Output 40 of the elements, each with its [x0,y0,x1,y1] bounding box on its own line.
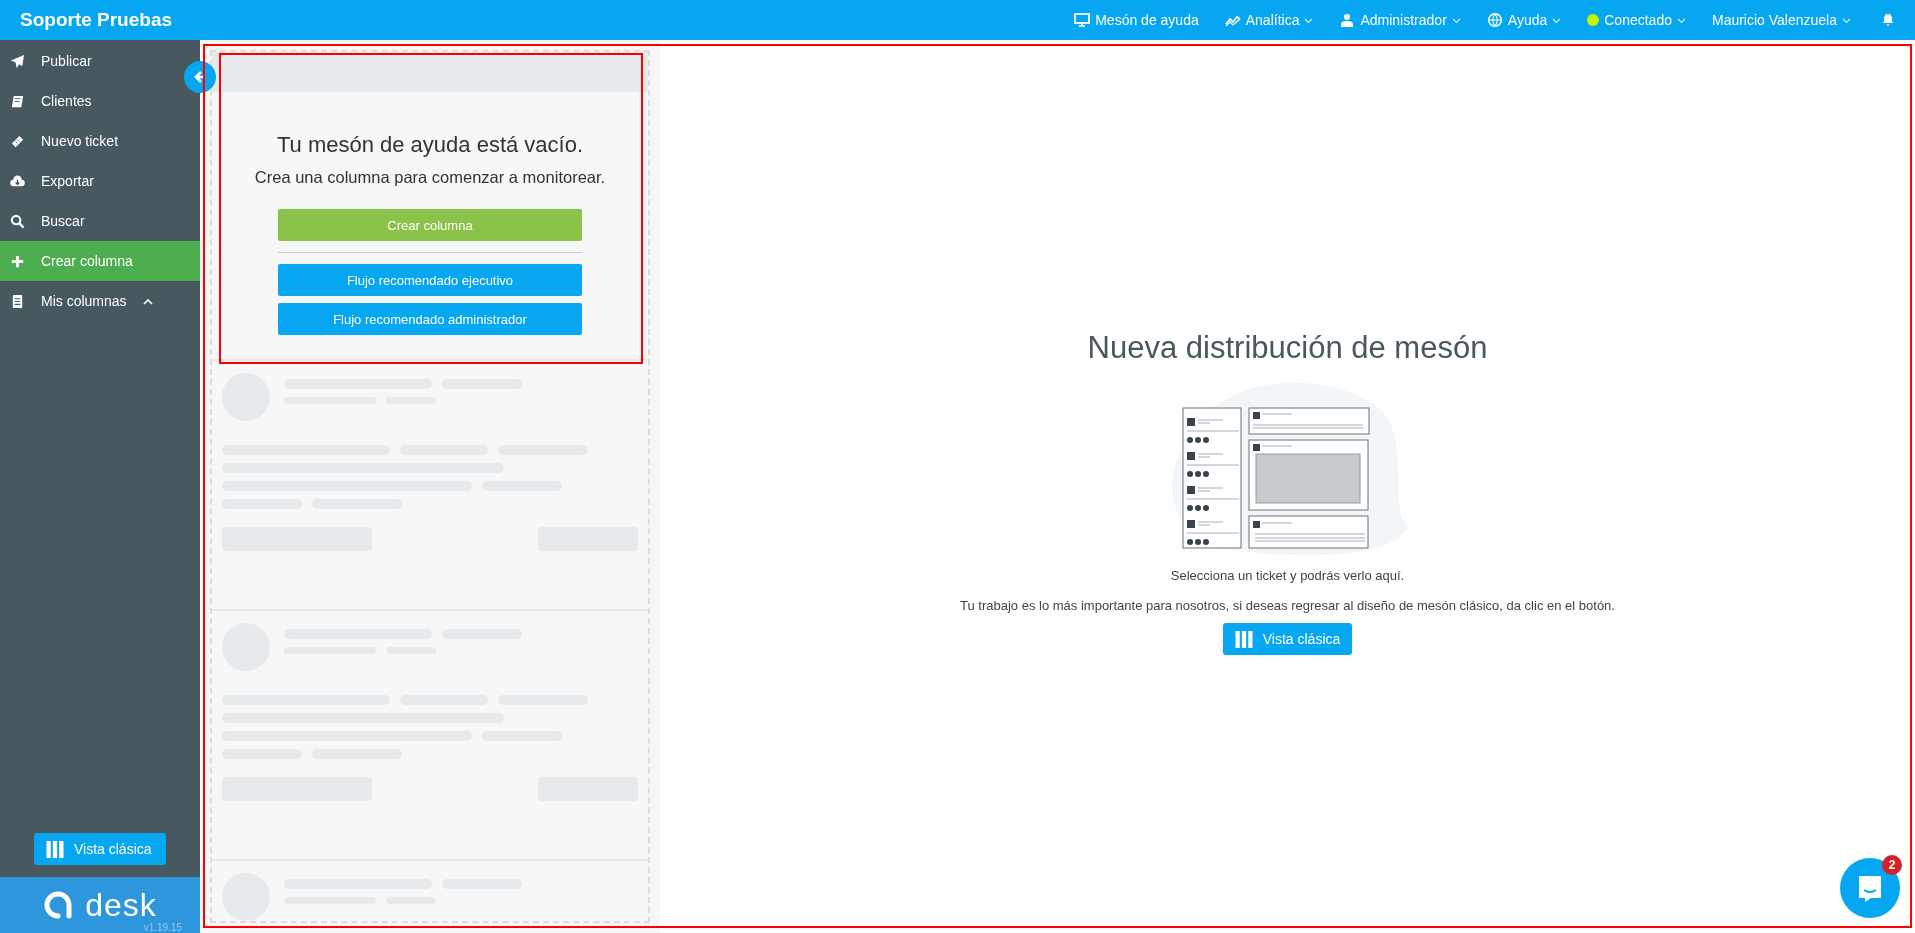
sidebar-item[interactable]: Crear columna [0,241,200,281]
logo-icon [43,890,74,920]
sidebar-item[interactable]: Clientes [0,81,182,121]
nav-menu[interactable]: Ayuda [1486,12,1562,28]
nav-menu[interactable]: Administrador [1339,12,1461,28]
detail-message: Tu trabajo es lo más importante para nosotros, si deseas regresar al diseño de mesón clásico, da clic en el botón. [960,598,1615,613]
cloud-download-icon [10,173,25,189]
detail-hint: Selecciona un ticket y podrás verlo aquí. [1170,568,1405,583]
recommended-flow-button[interactable]: Flujo recomendado administrador [278,303,582,335]
nav-menu[interactable]: Conectado [1587,12,1686,28]
search-icon [10,213,25,229]
columns-icon [46,840,64,858]
classic-view-button[interactable]: Vista clásica [34,833,166,865]
ticket-icon [10,133,25,149]
globe-icon [1486,12,1503,28]
monitor-icon [1074,12,1091,28]
classic-view-button[interactable]: Vista clásica [1222,623,1353,655]
sidebar-item[interactable]: Publicar [0,41,182,81]
sidebar-item[interactable]: Mis columnas [0,281,182,321]
empty-title: Tu mesón de ayuda está vacío. [276,132,584,158]
plus-icon [10,253,25,269]
nav-menu[interactable]: Mesón de ayuda [1074,12,1199,28]
nav-menu[interactable]: Analítica [1224,12,1314,28]
logo-text: desk [85,889,157,921]
paper-plane-icon [10,53,25,69]
book-icon [10,93,25,109]
nav-menu[interactable]: Mauricio Valenzuela [1711,12,1851,28]
user-icon [1339,12,1356,28]
list-icon [10,293,25,309]
brand-title[interactable]: Soporte Pruebas [20,9,1075,31]
bell-icon[interactable] [1881,13,1895,27]
version-label: v1.19.15 [143,922,182,933]
create-column-button[interactable]: Crear columna [278,209,582,241]
empty-subtitle: Crea una columna para comenzar a monitorear. [254,168,606,187]
sidebar-item[interactable]: Buscar [0,201,182,241]
recommended-flow-button[interactable]: Flujo recomendado ejecutivo [278,264,582,296]
detail-title: Nueva distribución de mesón [1087,330,1488,366]
sidebar-item[interactable]: Exportar [0,161,182,201]
columns-icon [1234,630,1253,648]
sidebar-item[interactable]: Nuevo ticket [0,121,182,161]
